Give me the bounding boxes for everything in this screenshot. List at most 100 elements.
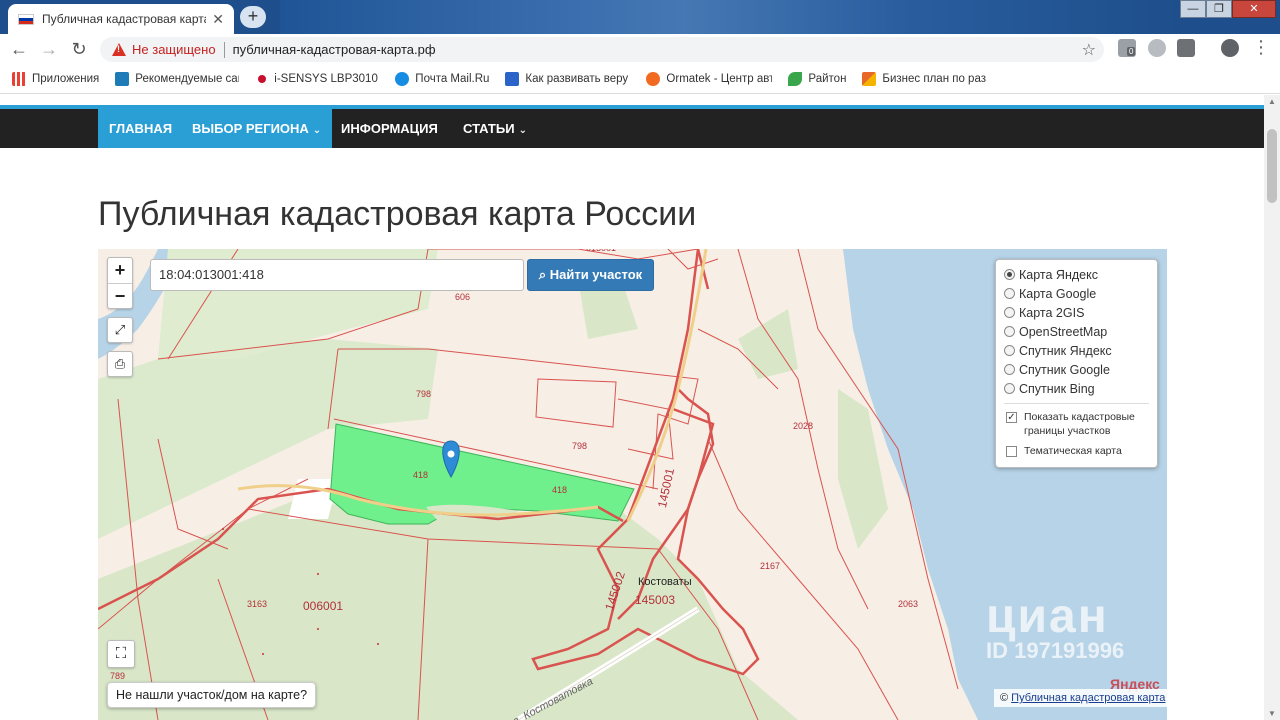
forward-arrow-icon[interactable]: → xyxy=(38,38,60,60)
profile-avatar-icon[interactable] xyxy=(1221,39,1239,57)
overlay-cadastral-option[interactable]: ✓ Показать кадастровые границы участков xyxy=(1004,410,1149,438)
layer-option[interactable]: Спутник Google xyxy=(1004,360,1149,379)
checkbox[interactable] xyxy=(1006,446,1017,457)
parcel-label: 789 xyxy=(110,671,126,681)
ormatek-icon xyxy=(646,71,661,86)
zoom-in-button[interactable]: + xyxy=(108,258,132,283)
radio[interactable] xyxy=(1004,364,1015,375)
cian-watermark: циан ID 197191996 xyxy=(986,590,1125,663)
security-label[interactable]: Не защищено xyxy=(132,42,216,57)
layer-option[interactable]: Карта 2GIS xyxy=(1004,303,1149,322)
nav-information[interactable]: ИНФОРМАЦИЯ xyxy=(330,109,449,148)
zoom-control: + − xyxy=(107,257,133,309)
apps-grid-icon xyxy=(12,71,26,86)
minimize-button[interactable]: — xyxy=(1180,0,1206,18)
search-icon: ⌕ xyxy=(538,267,550,282)
extension-puzzle-icon[interactable]: 0 xyxy=(1118,39,1136,57)
bookmark-item[interactable]: Ormatek - Центр авт xyxy=(646,71,772,86)
radio[interactable] xyxy=(1004,307,1015,318)
bookmark-item[interactable]: Почта Mail.Ru xyxy=(395,71,489,86)
red-dot-icon xyxy=(258,74,267,83)
tab-title: Публичная кадастровая карта Р xyxy=(42,12,207,26)
layer-option[interactable]: Спутник Bing xyxy=(1004,379,1149,398)
ruler-icon: ⛶ xyxy=(115,645,127,662)
leaf-icon xyxy=(788,71,803,86)
mail-at-icon xyxy=(395,71,410,86)
scrollbar-thumb[interactable] xyxy=(1267,129,1277,203)
bookmark-item[interactable]: Рекомендуемые сай xyxy=(115,71,239,86)
parcel-label: 798 xyxy=(416,389,432,399)
radio[interactable] xyxy=(1004,326,1015,337)
main-navbar: ГЛАВНАЯ ВЫБОР РЕГИОНА ⌄ ИНФОРМАЦИЯ СТАТЬИ… xyxy=(0,109,1264,148)
parcel-label: 606 xyxy=(455,292,471,302)
layer-divider xyxy=(1004,403,1149,404)
new-tab-button[interactable]: + xyxy=(240,6,266,28)
print-button[interactable]: ⎙ xyxy=(107,351,133,377)
extension-pocket-icon[interactable] xyxy=(1177,39,1195,57)
extension-feather-icon[interactable] xyxy=(1148,39,1166,57)
omnibox-separator xyxy=(223,41,225,58)
page-title: Публичная кадастровая карта России xyxy=(98,195,697,233)
radio[interactable] xyxy=(1004,345,1015,356)
radio[interactable] xyxy=(1004,288,1015,299)
tab-strip-background xyxy=(280,0,1180,34)
bookmark-item[interactable]: Приложения xyxy=(12,71,99,86)
url-text[interactable]: публичная-кадастровая-карта.рф xyxy=(233,42,436,57)
nav-articles[interactable]: СТАТЬИ ⌄ xyxy=(452,109,538,148)
russia-flag-icon xyxy=(18,13,34,25)
layer-option[interactable]: Спутник Яндекс xyxy=(1004,341,1149,360)
maximize-button[interactable]: ❐ xyxy=(1206,0,1232,18)
bookmark-item[interactable]: Райтон xyxy=(788,71,846,86)
bookmark-star-icon[interactable]: ☆ xyxy=(1082,40,1096,60)
checkbox-checked[interactable]: ✓ xyxy=(1006,412,1017,423)
expand-icon: ⤢ xyxy=(114,322,126,337)
scroll-up-icon[interactable]: ▲ xyxy=(1268,97,1276,106)
attribution-link[interactable]: Публичная кадастровая карта xyxy=(1011,692,1165,704)
bing-icon xyxy=(115,71,130,86)
ruler-button[interactable]: ⛶ xyxy=(107,640,135,668)
radio[interactable] xyxy=(1004,383,1015,394)
radio-selected[interactable] xyxy=(1004,269,1015,280)
fullscreen-button[interactable]: ⤢ xyxy=(107,317,133,343)
page-scrollbar[interactable]: ▲ ▼ xyxy=(1264,95,1280,720)
back-arrow-icon[interactable]: ← xyxy=(8,38,30,60)
scroll-down-icon[interactable]: ▼ xyxy=(1268,709,1276,718)
layer-switcher: Карта Яндекс Карта Google Карта 2GIS Ope… xyxy=(995,259,1158,468)
bookmarks-bar: Приложения Рекомендуемые сай i-SENSYS LB… xyxy=(0,64,1280,94)
layer-option[interactable]: OpenStreetMap xyxy=(1004,322,1149,341)
chevron-down-icon: ⌄ xyxy=(312,125,322,136)
zoom-out-button[interactable]: − xyxy=(108,283,132,308)
menu-kebab-icon[interactable]: ⋮ xyxy=(1252,37,1270,57)
bookmark-item[interactable]: Как развивать веру xyxy=(505,71,630,86)
parcel-label: 418 xyxy=(413,470,429,480)
browser-tab-active[interactable]: Публичная кадастровая карта Р ✕ xyxy=(8,4,234,34)
layer-option[interactable]: Карта Яндекс xyxy=(1004,265,1149,284)
tab-close-icon[interactable]: ✕ xyxy=(212,11,224,28)
forest-area xyxy=(738,309,798,379)
squares-icon xyxy=(862,71,877,86)
printer-icon: ⎙ xyxy=(114,356,126,371)
parcel-label: 3163 xyxy=(247,599,268,609)
place-name-label: Костоваты xyxy=(638,576,692,588)
web-page: ГЛАВНАЯ ВЫБОР РЕГИОНА ⌄ ИНФОРМАЦИЯ СТАТЬИ… xyxy=(0,95,1264,720)
overlay-thematic-option[interactable]: Тематическая карта xyxy=(1004,444,1149,458)
nav-home[interactable]: ГЛАВНАЯ xyxy=(98,109,184,148)
dropbox-icon xyxy=(505,71,520,86)
bookmark-item[interactable]: i-SENSYS LBP3010 Su xyxy=(255,73,379,85)
parcel-label: 418 xyxy=(552,485,568,495)
parcel-label: 013001 xyxy=(586,249,616,253)
find-parcel-button[interactable]: ⌕ Найти участок xyxy=(527,259,654,291)
nav-region-select[interactable]: ВЫБОР РЕГИОНА ⌄ xyxy=(181,109,333,148)
map-attribution: © Публичная кадастровая карта xyxy=(994,689,1167,707)
quarter-label: 145003 xyxy=(635,593,676,607)
layer-option[interactable]: Карта Google xyxy=(1004,284,1149,303)
parcel-label: 2167 xyxy=(760,561,781,571)
address-bar[interactable]: Не защищено публичная-кадастровая-карта.… xyxy=(100,37,1104,62)
quarter-label: 006001 xyxy=(303,599,344,613)
cadastral-map[interactable]: 013001 606 798 798 418 418 2028 145001 1… xyxy=(98,249,1167,720)
bookmark-item[interactable]: Бизнес план по разв xyxy=(862,71,986,86)
reload-icon[interactable]: ↻ xyxy=(68,38,90,60)
not-found-button[interactable]: Не нашли участок/дом на карте? xyxy=(107,682,317,708)
cadastral-number-input[interactable]: 18:04:013001:418 xyxy=(150,259,524,291)
close-window-button[interactable]: ✕ xyxy=(1232,0,1276,18)
